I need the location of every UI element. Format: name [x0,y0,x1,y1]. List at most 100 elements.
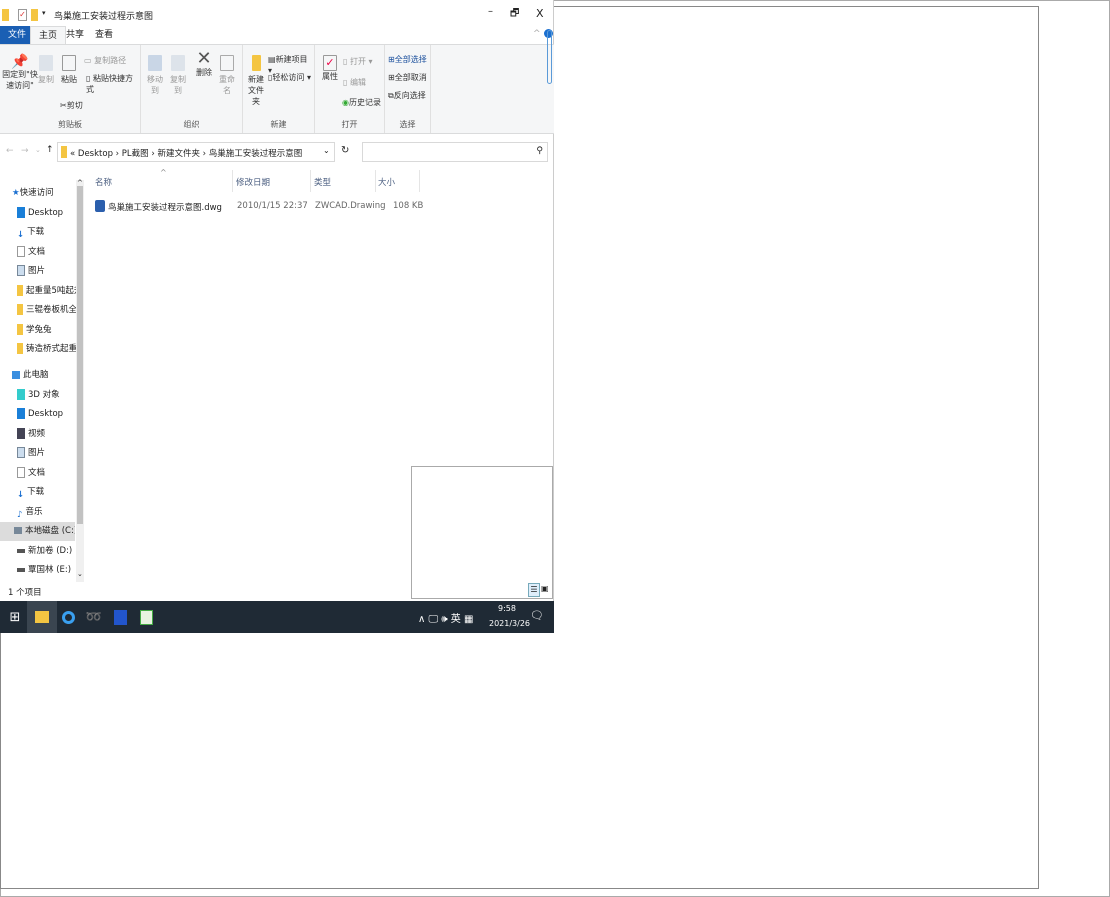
rename-button[interactable]: 重命名 [216,55,238,96]
nav-item[interactable]: 图片 [17,444,79,463]
close-button[interactable]: X [536,7,544,20]
start-button[interactable]: ⊞ [0,601,30,633]
nav-item[interactable]: ↓ 下载 [17,223,79,242]
nav-quick-access[interactable]: ★快速访问 [12,184,74,203]
breadcrumb-pl[interactable]: PL截图 [122,149,149,159]
paste-button[interactable]: 粘贴 [60,55,78,85]
breadcrumb: « Desktop › PL截图 › 新建文件夹 › 鸟巢施工安装过程示意图 [70,149,303,159]
copy-to-icon [171,55,185,71]
column-type[interactable]: 类型 [314,176,331,188]
scroll-down-icon[interactable]: ⌄ [77,570,83,578]
nav-item[interactable]: 三辊卷板机全套 [17,301,79,320]
breadcrumb-current[interactable]: 鸟巢施工安装过程示意图 [209,149,303,159]
taskbar-app-green[interactable] [131,601,161,633]
nav-item[interactable]: 起重量5吨起升机 [17,282,79,301]
nav-item[interactable]: ♪ 音乐 [17,503,79,522]
paste-shortcut-button[interactable]: ▯ 粘贴快捷方式 [86,73,140,95]
pin-quick-access-button[interactable]: 📌 固定到"快 速访问" [2,55,38,91]
notification-icon[interactable]: 🗨 [530,609,544,622]
nav-item[interactable]: 覃国林 (E:) [17,561,79,580]
new-folder-quick-icon[interactable] [31,9,38,21]
minimize-button[interactable]: – [488,6,493,17]
open-button[interactable]: ▯ 打开 ▾ [343,56,373,67]
nav-item[interactable]: 学兔兔 [17,321,79,340]
desktop-icon [17,207,25,218]
column-name[interactable]: 名称 [95,176,112,188]
invert-selection-button[interactable]: ⧉反向选择 [388,90,426,101]
customize-toolbar-icon[interactable]: ▾ [42,9,46,17]
ribbon-scrollbar[interactable] [547,30,554,90]
up-button[interactable]: ↑ [46,145,54,155]
folder-icon [2,9,9,21]
details-view-button[interactable]: ☰ [528,583,540,597]
music-icon: ♪ [17,510,23,520]
nav-item[interactable]: 新加卷 (D:) [17,542,79,561]
3d-objects-icon [17,389,25,400]
address-dropdown-icon[interactable]: ⌄ [323,146,330,155]
collapse-ribbon-icon[interactable]: ^ [533,29,541,39]
computer-icon [12,370,20,379]
nav-this-pc[interactable]: 此电脑 [12,366,74,385]
tab-file[interactable]: 文件 [0,26,35,44]
large-icons-view-button[interactable]: ▣ [541,584,549,593]
video-icon [17,428,25,439]
recent-dropdown[interactable]: ⌄ [35,146,41,154]
file-name[interactable]: 鸟巢施工安装过程示意图.dwg [108,201,222,213]
nav-item[interactable]: 文档 [17,243,79,262]
nav-scrollbar-thumb[interactable] [77,186,83,524]
folder-icon [61,146,67,158]
nav-item[interactable]: 3D 对象 [17,386,79,405]
nav-item[interactable]: Desktop [17,204,79,223]
new-folder-button[interactable]: 新建 文件夹 [245,55,267,107]
easy-access-button[interactable]: ▯轻松访问 ▾ [268,72,311,83]
copy-to-button[interactable]: 复制到 [167,55,189,96]
column-date[interactable]: 修改日期 [236,176,270,188]
green-app-icon [139,609,153,625]
select-group: ⊞全部选择 ⊞全部取消 ⧉反向选择 选择 [385,45,431,133]
signal-app-icon: ➿ [85,609,103,625]
tab-view[interactable]: 查看 [87,26,121,44]
breadcrumb-overflow[interactable]: « [70,149,75,159]
properties-quick-icon[interactable]: ✓ [18,9,27,21]
edit-button[interactable]: ▯ 编辑 [343,77,366,88]
nav-item[interactable]: Desktop [17,405,79,424]
copy-path-button[interactable]: ▭ 复制路径 [84,55,126,66]
properties-button[interactable]: ✓ 属性 [321,55,339,82]
open-label: 打开 [341,120,358,129]
select-all-button[interactable]: ⊞全部选择 [388,54,427,65]
file-explorer-icon [35,611,49,623]
nav-item[interactable]: ↓ 下载 [17,483,79,502]
system-tray[interactable]: ∧ 🖵 🕪 英 ▦ [418,610,473,625]
open-group: ✓ 属性 ▯ 打开 ▾ ▯ 编辑 ◉历史记录 打开 [315,45,385,133]
clock-date[interactable]: 2021/3/26 [489,619,530,628]
ribbon-tabs: 文件 主页 共享 查看 ^ [0,26,554,44]
move-to-button[interactable]: 移动到 [144,55,166,96]
address-bar[interactable]: « Desktop › PL截图 › 新建文件夹 › 鸟巢施工安装过程示意图 ⌄ [57,142,335,162]
history-button[interactable]: ◉历史记录 [342,97,381,108]
scroll-up-icon[interactable]: ^ [77,179,83,187]
maximize-button[interactable]: 🗗 [510,6,519,23]
delete-button[interactable]: ✕ 删除 [195,50,213,78]
nav-item[interactable]: 视频 [17,425,79,444]
search-input[interactable]: ⚲ [362,142,548,162]
file-explorer-window: ✓ ▾ 鸟巢施工安装过程示意图 – 🗗 X 文件 主页 共享 查看 ^ 📌 固定到… [0,0,554,633]
breadcrumb-new-folder[interactable]: 新建文件夹 [157,149,200,159]
breadcrumb-desktop[interactable]: Desktop [78,149,113,159]
nav-item-selected[interactable]: 本地磁盘 (C:) [0,522,75,541]
drive-icon [14,527,22,534]
refresh-button[interactable]: ↻ [341,145,349,156]
back-button[interactable]: ← [6,146,14,156]
nav-item[interactable]: 铸造桥式起重机 [17,340,79,359]
dwg-file-icon [95,200,105,212]
preview-pane [411,466,553,599]
history-icon: ◉ [342,98,349,107]
document-icon [17,467,25,478]
cut-button[interactable]: ✂剪切 [60,100,83,111]
nav-item[interactable]: 文档 [17,464,79,483]
nav-item[interactable]: 图片 [17,262,79,281]
column-size[interactable]: 大小 [378,176,395,188]
forward-button[interactable]: → [21,146,29,156]
select-none-button[interactable]: ⊞全部取消 [388,72,427,83]
copy-button[interactable]: 复制 [37,55,55,85]
clock-time[interactable]: 9:58 [498,604,516,613]
